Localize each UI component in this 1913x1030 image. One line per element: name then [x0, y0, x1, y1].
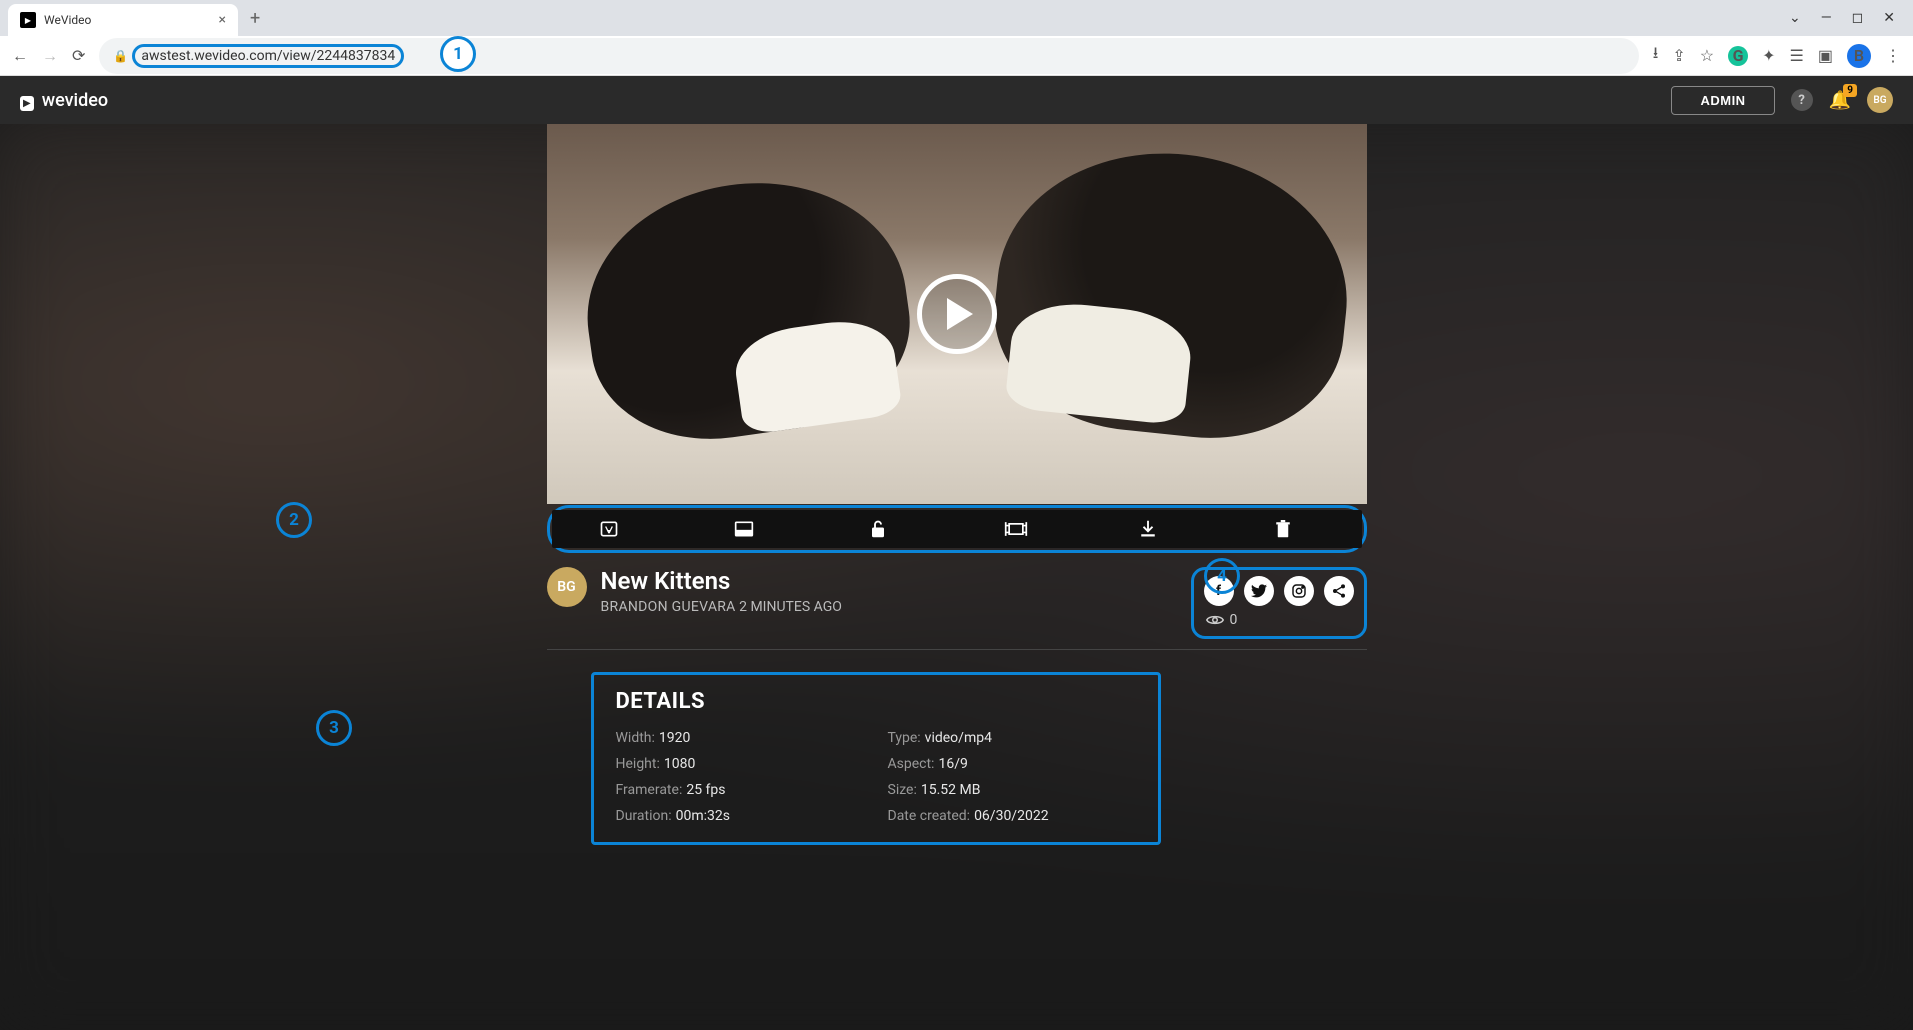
video-meta: BRANDON GUEVARA 2 MINUTES AGO — [601, 599, 1177, 615]
detail-width: Width:1920 — [616, 730, 864, 746]
tab-bar: WeVideo × + ⌄ — ◻ ✕ — [0, 0, 1913, 36]
details-grid: Width:1920 Type:video/mp4 Height:1080 As… — [616, 730, 1136, 824]
chevron-down-icon[interactable]: ⌄ — [1789, 10, 1801, 26]
browser-tab[interactable]: WeVideo × — [8, 4, 238, 36]
video-title: New Kittens — [601, 567, 1177, 595]
detail-type: Type:video/mp4 — [888, 730, 1136, 746]
main-content: BG New Kittens BRANDON GUEVARA 2 MINUTES… — [0, 124, 1913, 1030]
extension-icons: ⭳ ⇪ ☆ G ✦ ☰ ▣ B ⋮ — [1653, 42, 1901, 69]
header-right: ADMIN ? 🔔 9 BG — [1671, 86, 1893, 115]
theater-mode-icon[interactable] — [734, 520, 774, 538]
reload-button[interactable]: ⟳ — [72, 46, 85, 65]
tab-close-icon[interactable]: × — [219, 12, 226, 28]
side-panel-icon[interactable]: ▣ — [1818, 46, 1833, 65]
download-icon[interactable] — [1139, 519, 1179, 539]
video-thumbnail-art — [983, 136, 1360, 451]
unlock-icon[interactable] — [869, 519, 909, 539]
annotation-2: 2 — [276, 502, 312, 538]
address-bar[interactable]: 🔒 awstest.wevideo.com/view/2244837834 — [99, 38, 1638, 74]
minimize-icon[interactable]: — — [1821, 10, 1832, 26]
title-column: New Kittens BRANDON GUEVARA 2 MINUTES AG… — [601, 567, 1177, 615]
notification-badge: 9 — [1843, 84, 1857, 97]
action-bar — [552, 510, 1362, 548]
eye-icon — [1206, 614, 1224, 626]
detail-duration: Duration:00m:32s — [616, 808, 864, 824]
window-controls: ⌄ — ◻ ✕ — [1789, 10, 1905, 26]
new-tab-button[interactable]: + — [250, 8, 260, 29]
admin-button[interactable]: ADMIN — [1671, 86, 1774, 115]
wevideo-logo[interactable]: wevideo — [20, 90, 108, 111]
kebab-menu-icon[interactable]: ⋮ — [1885, 46, 1901, 65]
video-player[interactable] — [547, 124, 1367, 504]
view-count-value: 0 — [1230, 612, 1238, 628]
tab-title: WeVideo — [44, 13, 211, 27]
annotation-3: 3 — [316, 710, 352, 746]
details-panel: DETAILS Width:1920 Type:video/mp4 Height… — [591, 672, 1161, 845]
details-heading: DETAILS — [616, 689, 1136, 714]
annotation-4: 4 — [1204, 558, 1240, 594]
notifications-bell-icon[interactable]: 🔔 9 — [1829, 90, 1851, 111]
instagram-icon[interactable] — [1284, 576, 1314, 606]
tab-favicon-icon — [20, 12, 36, 28]
divider — [547, 649, 1367, 650]
user-avatar[interactable]: BG — [1867, 87, 1893, 113]
time-ago: 2 MINUTES AGO — [739, 599, 842, 615]
lock-icon: 🔒 — [113, 49, 128, 63]
detail-height: Height:1080 — [616, 756, 864, 772]
video-area: BG New Kittens BRANDON GUEVARA 2 MINUTES… — [547, 124, 1367, 845]
title-row: BG New Kittens BRANDON GUEVARA 2 MINUTES… — [547, 567, 1367, 639]
view-count: 0 — [1206, 612, 1354, 628]
browser-chrome: WeVideo × + ⌄ — ◻ ✕ ← → ⟳ 🔒 awstest.wevi… — [0, 0, 1913, 76]
app-header: wevideo ADMIN ? 🔔 9 BG — [0, 76, 1913, 124]
video-thumbnail-art — [571, 163, 923, 455]
detail-size: Size:15.52 MB — [888, 782, 1136, 798]
font-subtitle-icon[interactable] — [599, 519, 639, 539]
crop-trim-icon[interactable] — [1004, 520, 1044, 538]
bookmark-star-icon[interactable]: ☆ — [1700, 46, 1714, 65]
share-link-icon[interactable] — [1324, 576, 1354, 606]
install-icon[interactable]: ⭳ — [1653, 42, 1659, 69]
extensions-icon[interactable]: ✦ — [1762, 46, 1775, 65]
detail-aspect: Aspect:16/9 — [888, 756, 1136, 772]
logo-text: wevideo — [42, 90, 108, 111]
share-page-icon[interactable]: ⇪ — [1672, 46, 1685, 65]
trash-icon[interactable] — [1274, 519, 1314, 539]
forward-button[interactable]: → — [42, 46, 58, 66]
back-button[interactable]: ← — [12, 46, 28, 66]
help-icon[interactable]: ? — [1791, 89, 1813, 111]
play-button-icon[interactable] — [917, 274, 997, 354]
author-name: BRANDON GUEVARA — [601, 599, 736, 615]
detail-framerate: Framerate:25 fps — [616, 782, 864, 798]
profile-avatar[interactable]: B — [1847, 44, 1871, 68]
reading-list-icon[interactable]: ☰ — [1790, 46, 1804, 65]
author-avatar[interactable]: BG — [547, 567, 587, 607]
annotation-1: 1 — [440, 36, 476, 72]
detail-date-created: Date created:06/30/2022 — [888, 808, 1136, 824]
url-text: awstest.wevideo.com/view/2244837834 — [132, 44, 404, 68]
maximize-icon[interactable]: ◻ — [1852, 10, 1864, 26]
action-bar-highlight — [547, 505, 1367, 553]
nav-bar: ← → ⟳ 🔒 awstest.wevideo.com/view/2244837… — [0, 36, 1913, 76]
close-window-icon[interactable]: ✕ — [1883, 10, 1895, 26]
twitter-icon[interactable] — [1244, 576, 1274, 606]
grammarly-icon[interactable]: G — [1728, 46, 1748, 66]
logo-play-icon — [20, 90, 36, 111]
